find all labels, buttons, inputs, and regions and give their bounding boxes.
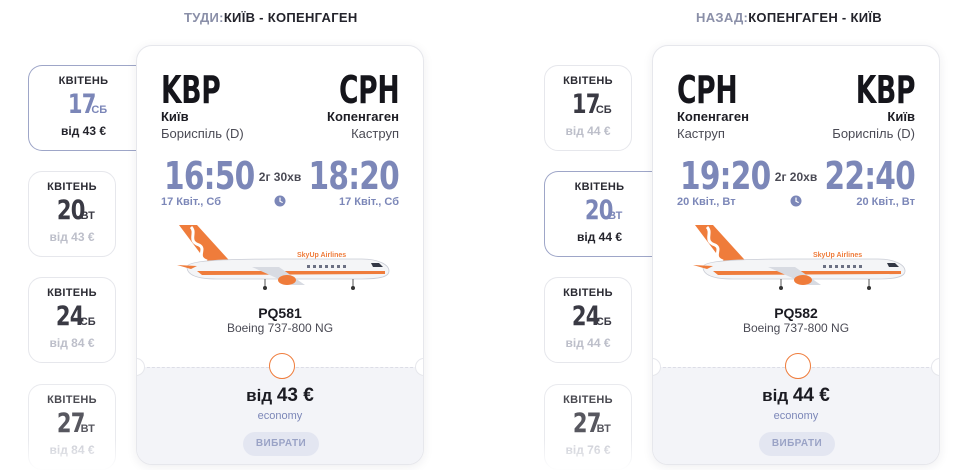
fare-price-amount: 43 € [276, 385, 314, 406]
from-code: CPH [677, 68, 738, 112]
to-code: KBP [855, 68, 916, 112]
date-day: 20 [584, 195, 613, 226]
outbound-date-card[interactable]: КВІТЕНЬ 20ВТ від 43 € [28, 171, 116, 257]
date-price: від 43 € [60, 124, 107, 138]
aircraft-type: Boeing 737-800 NG [742, 321, 850, 335]
return-date-card[interactable]: КВІТЕНЬ 27ВТ від 76 € [544, 384, 632, 470]
outbound-title-route: КИЇВ - КОПЕНГАГЕН [223, 10, 358, 25]
date-month: КВІТЕНЬ [47, 394, 97, 406]
departure-date: 17 Квіт., Сб [161, 196, 222, 208]
from-city: Київ [161, 109, 189, 124]
to-city: Копенгаген [327, 109, 399, 124]
date-price: від 84 € [49, 336, 95, 350]
flight-number: PQ582 [774, 305, 818, 321]
date-month: КВІТЕНЬ [58, 75, 109, 87]
from-airport: Каструп [677, 126, 725, 141]
date-day: 27 [572, 408, 602, 439]
date-day: 27 [56, 408, 86, 439]
fare-price: від 43 € [137, 385, 423, 407]
outbound-title: ТУДИ:КИЇВ - КОПЕНГАГЕН [184, 10, 358, 25]
fare-class: economy [773, 410, 819, 422]
return-title-route: КОПЕНГАГЕН - КИЇВ [748, 10, 882, 25]
outbound-date-card[interactable]: КВІТЕНЬ 17СБ від 43 € [28, 65, 138, 151]
date-day: 24 [56, 301, 85, 332]
fare-class: economy [257, 410, 303, 422]
date-month: КВІТЕНЬ [47, 287, 97, 299]
fare-price-prefix: від [762, 386, 789, 405]
return-section: НАЗАД:КОПЕНГАГЕН - КИЇВ КВІТЕНЬ 17СБ від… [516, 0, 959, 470]
return-title: НАЗАД:КОПЕНГАГЕН - КИЇВ [696, 10, 882, 25]
date-price: від 44 € [565, 336, 611, 350]
flight-duration: 2г 30хв [258, 170, 302, 184]
airline-logo: SkyUp Airlines [297, 252, 346, 259]
date-day: 24 [572, 301, 601, 332]
select-button[interactable]: ВИБРАТИ [243, 432, 319, 456]
date-day: 17 [572, 89, 601, 120]
clock-icon [790, 195, 802, 207]
outbound-section: ТУДИ:КИЇВ - КОПЕНГАГЕН КВІТЕНЬ 17СБ від … [0, 0, 470, 470]
arrival-date: 20 Квіт., Вт [856, 196, 915, 208]
clock-icon [274, 195, 286, 207]
to-code: CPH [338, 68, 400, 112]
date-day: 20 [56, 195, 86, 226]
fare-price-amount: 44 € [792, 385, 830, 406]
date-price: від 84 € [49, 443, 95, 457]
date-price: від 44 € [565, 124, 611, 138]
aircraft-type: Boeing 737-800 NG [226, 321, 334, 335]
airplane-image: SkyUp Airlines [177, 225, 390, 290]
departure-date: 20 Квіт., Вт [677, 196, 736, 208]
to-city: Київ [887, 109, 915, 124]
return-date-card[interactable]: КВІТЕНЬ 24СБ від 44 € [544, 277, 632, 363]
date-day: 17 [67, 89, 97, 120]
flight-duration: 2г 20хв [774, 170, 818, 184]
return-date-card[interactable]: КВІТЕНЬ 20ВТ від 44 € [544, 171, 654, 257]
date-month: КВІТЕНЬ [563, 75, 613, 87]
date-month: КВІТЕНЬ [563, 287, 613, 299]
fare-price: від 44 € [653, 385, 939, 407]
date-month: КВІТЕНЬ [47, 181, 97, 193]
outbound-title-prefix: ТУДИ: [184, 10, 224, 25]
date-month: КВІТЕНЬ [563, 394, 613, 406]
outbound-date-card[interactable]: КВІТЕНЬ 24СБ від 84 € [28, 277, 116, 363]
date-price: від 76 € [565, 443, 611, 457]
arrival-date: 17 Квіт., Сб [338, 196, 399, 208]
date-price: від 43 € [49, 230, 95, 244]
date-price: від 44 € [576, 230, 623, 244]
outbound-flight-card[interactable]: KBP CPH Київ Копенгаген Бориспіль (D) Ка… [136, 45, 424, 465]
airplane-image: SkyUp Airlines [693, 225, 906, 290]
flight-number: PQ581 [258, 305, 302, 321]
from-code: KBP [161, 68, 221, 112]
outbound-date-card[interactable]: КВІТЕНЬ 27ВТ від 84 € [28, 384, 116, 470]
from-airport: Бориспіль (D) [161, 126, 244, 141]
to-airport: Бориспіль (D) [832, 126, 915, 141]
to-airport: Каструп [351, 126, 399, 141]
fare-price-prefix: від [246, 386, 273, 405]
fare-radio[interactable] [269, 353, 295, 379]
fare-radio[interactable] [785, 353, 811, 379]
return-flight-card[interactable]: CPH KBP Копенгаген Київ Каструп Бориспіл… [652, 45, 940, 465]
select-button[interactable]: ВИБРАТИ [759, 432, 835, 456]
return-title-prefix: НАЗАД: [696, 10, 749, 25]
date-month: КВІТЕНЬ [574, 181, 625, 193]
airline-logo: SkyUp Airlines [813, 252, 862, 259]
return-date-card[interactable]: КВІТЕНЬ 17СБ від 44 € [544, 65, 632, 151]
from-city: Копенгаген [677, 109, 749, 124]
